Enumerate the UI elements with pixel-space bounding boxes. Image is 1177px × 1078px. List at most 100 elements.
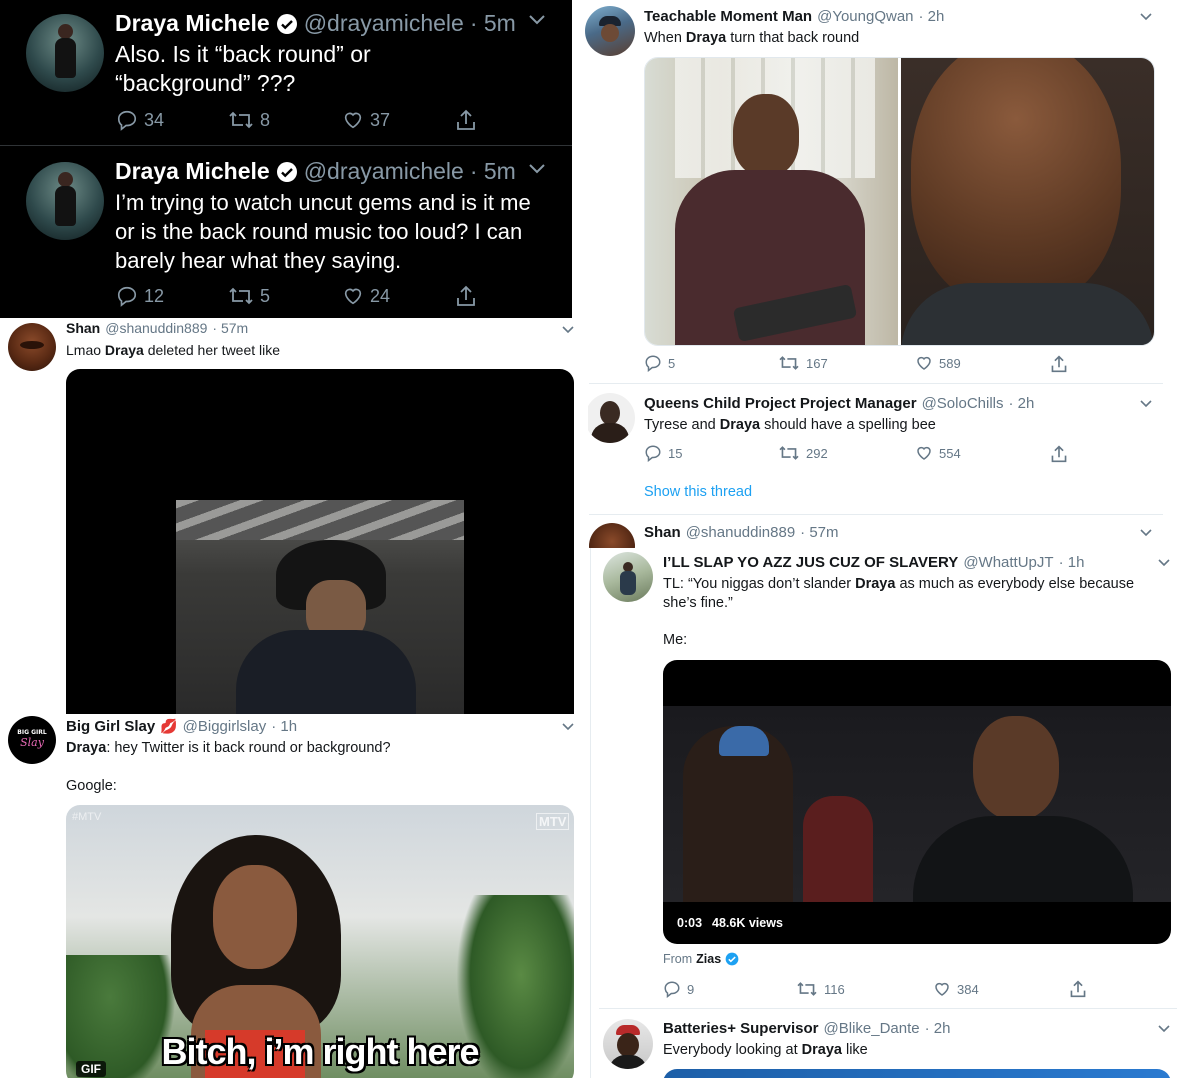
share-button[interactable] xyxy=(1050,444,1068,464)
like-count: 384 xyxy=(957,981,979,997)
gif-badge: GIF xyxy=(76,1061,106,1077)
lips-emoji: 💋 xyxy=(160,718,178,734)
retweet-button[interactable]: 167 xyxy=(778,354,828,372)
author-name[interactable]: Queens Child Project Project Manager xyxy=(644,395,917,412)
avatar[interactable] xyxy=(585,393,635,443)
avatar[interactable] xyxy=(26,14,104,92)
author-name[interactable]: Teachable Moment Man xyxy=(644,8,812,25)
reply-button[interactable]: 5 xyxy=(644,354,675,372)
author-handle[interactable]: @Biggirlslay xyxy=(183,718,267,735)
author-handle[interactable]: @shanuddin889 xyxy=(105,320,207,336)
chevron-down-icon[interactable] xyxy=(561,325,575,335)
avatar[interactable] xyxy=(26,162,104,240)
like-button[interactable]: 37 xyxy=(342,109,390,131)
reply-count: 12 xyxy=(144,285,165,306)
author-name[interactable]: Batteries+ Supervisor xyxy=(663,1020,819,1037)
like-button[interactable]: 384 xyxy=(933,980,979,998)
chevron-down-icon[interactable] xyxy=(1157,558,1171,568)
video-views: 48.6K views xyxy=(712,916,783,930)
photo-left[interactable] xyxy=(645,58,898,345)
tweet-time[interactable]: · 57m xyxy=(212,320,248,336)
avatar[interactable] xyxy=(603,1019,653,1069)
source-name[interactable]: Zias xyxy=(696,952,721,966)
reply-button[interactable]: 34 xyxy=(116,109,164,131)
tweet-header: I’LL SLAP YO AZZ JUS CUZ OF SLAVERY @Wha… xyxy=(663,554,1084,571)
chevron-down-icon[interactable] xyxy=(1157,1024,1171,1034)
avatar[interactable] xyxy=(589,523,635,548)
retweet-button[interactable]: 8 xyxy=(228,109,270,131)
author-name[interactable]: Shan xyxy=(66,320,100,336)
author-handle[interactable]: @Blike_Dante xyxy=(824,1020,920,1037)
share-button[interactable] xyxy=(1069,979,1087,999)
tweet-time[interactable]: · 2h xyxy=(1009,395,1035,412)
reply-count: 5 xyxy=(668,355,676,371)
like-button[interactable]: 554 xyxy=(915,444,961,462)
mtv-logo: MTV xyxy=(536,813,570,830)
tweet-time[interactable]: · 5m xyxy=(470,158,516,185)
tweet-media[interactable] xyxy=(663,1069,1171,1078)
author-name[interactable]: Shan xyxy=(644,524,681,541)
author-handle[interactable]: @YoungQwan xyxy=(817,8,913,25)
tweet-gif[interactable]: #MTV MTV Bitch, i’m right here GIF xyxy=(66,805,574,1078)
show-thread-link[interactable]: Show this thread xyxy=(644,484,752,500)
author-name[interactable]: I’LL SLAP YO AZZ JUS CUZ OF SLAVERY xyxy=(663,554,958,571)
like-button[interactable]: 589 xyxy=(915,354,961,372)
video-stats: 0:03 48.6K views xyxy=(677,916,783,930)
retweet-button[interactable]: 5 xyxy=(228,285,270,307)
photo-right[interactable] xyxy=(901,58,1154,345)
retweet-icon xyxy=(229,287,253,305)
author-name[interactable]: Big Girl Slay xyxy=(66,718,155,735)
heart-icon xyxy=(344,112,362,129)
like-button[interactable]: 24 xyxy=(342,285,390,307)
chevron-down-icon[interactable] xyxy=(528,14,546,26)
author-handle[interactable]: @SoloChills xyxy=(922,395,1004,412)
avatar[interactable]: BIG GIRL Slay xyxy=(8,716,56,764)
tweet-video[interactable]: 0:03 48.6K views xyxy=(663,660,1171,944)
author-handle[interactable]: @drayamichele xyxy=(304,158,464,185)
avatar-text: BIG GIRL xyxy=(17,729,47,736)
heart-icon xyxy=(344,288,362,305)
share-button[interactable] xyxy=(455,108,477,132)
tweet-text: Lmao Draya deleted her tweet like xyxy=(66,342,281,358)
reply-icon xyxy=(645,445,661,462)
tweet-time[interactable]: · 5m xyxy=(470,10,516,37)
reply-button[interactable]: 9 xyxy=(663,980,694,998)
reply-button[interactable]: 12 xyxy=(116,285,164,307)
reply-count: 34 xyxy=(144,109,165,130)
retweet-count: 167 xyxy=(806,355,828,371)
retweet-count: 5 xyxy=(260,285,271,306)
tweet-video[interactable] xyxy=(66,369,574,714)
author-handle[interactable]: @drayamichele xyxy=(304,10,464,37)
share-button[interactable] xyxy=(1050,354,1068,374)
tweet-time[interactable]: · 2h xyxy=(919,8,945,25)
chevron-down-icon[interactable] xyxy=(561,722,575,732)
retweet-button[interactable]: 116 xyxy=(796,980,845,998)
retweet-icon xyxy=(779,446,799,460)
chevron-down-icon[interactable] xyxy=(1139,399,1153,409)
video-frame xyxy=(176,500,464,714)
tweet-time[interactable]: · 2h xyxy=(925,1020,951,1037)
retweet-icon xyxy=(779,356,799,370)
reply-button[interactable]: 15 xyxy=(644,444,682,462)
chevron-down-icon[interactable] xyxy=(1139,528,1153,538)
tweet-time[interactable]: · 1h xyxy=(1059,554,1085,571)
chevron-down-icon[interactable] xyxy=(528,163,546,175)
chevron-down-icon[interactable] xyxy=(1139,12,1153,22)
author-handle[interactable]: @shanuddin889 xyxy=(686,524,795,541)
video-source: From Zias xyxy=(663,952,739,966)
tweet-header: Big Girl Slay 💋 @Biggirlslay · 1h xyxy=(66,718,297,735)
author-name[interactable]: Draya Michele xyxy=(115,158,270,185)
avatar[interactable] xyxy=(8,323,56,371)
tweet-media[interactable] xyxy=(644,57,1155,346)
share-button[interactable] xyxy=(455,284,477,308)
share-icon xyxy=(1051,445,1067,463)
tweet-time[interactable]: · 1h xyxy=(271,718,297,735)
author-name[interactable]: Draya Michele xyxy=(115,10,270,37)
tweet-header: Draya Michele @drayamichele · 5m xyxy=(115,158,516,185)
retweet-button[interactable]: 292 xyxy=(778,444,828,462)
avatar[interactable] xyxy=(603,552,653,602)
avatar[interactable] xyxy=(585,6,635,56)
tweet-text-2: Google: xyxy=(66,778,117,794)
author-handle[interactable]: @WhattUpJT xyxy=(963,554,1053,571)
tweet-time[interactable]: · 57m xyxy=(800,524,838,541)
